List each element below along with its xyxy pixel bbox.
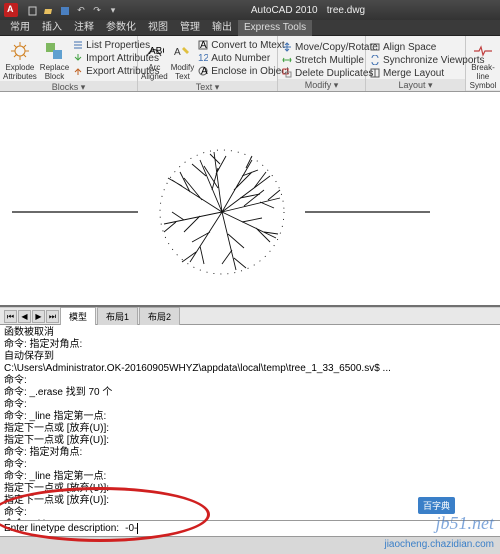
drawing-canvas [0, 92, 500, 307]
qat-open-icon[interactable] [42, 3, 56, 17]
command-history[interactable]: 函数被取消 命令: 指定对角点: 自动保存到 C:\Users\Administ… [0, 325, 500, 520]
arc-text-icon: ABC [143, 40, 165, 62]
arc-aligned-button[interactable]: ABC ArcAligned [141, 38, 168, 81]
merge-icon [369, 68, 380, 79]
command-line[interactable]: Enter linetype description: -0- [0, 520, 500, 536]
tab-layout2[interactable]: 布局2 [139, 307, 180, 325]
quick-access: ↶ ↷ ▾ [26, 3, 120, 17]
panel-modify-label[interactable]: Modify ▾ [278, 79, 365, 92]
import-icon [72, 53, 83, 64]
panel-draw: Break-lineSymbol SuperHatch Draw [466, 36, 500, 91]
panel-modify: Move/Copy/Rotate Stretch Multiple Delete… [278, 36, 366, 91]
replace-block-button[interactable]: ReplaceBlock [40, 38, 69, 81]
watermark-sub: jiaocheng.chazidian.com [384, 539, 494, 550]
tab-insert[interactable]: 插入 [36, 20, 68, 36]
command-input[interactable]: -0- [125, 523, 137, 534]
breakline-icon [472, 40, 494, 62]
panel-layout: Align Space Synchronize Viewports Merge … [366, 36, 466, 91]
move-icon [281, 42, 292, 53]
panel-text: ABC ArcAligned A ModifyText AConvert to … [138, 36, 278, 91]
export-icon [72, 66, 83, 77]
modify-text-icon: A [171, 40, 193, 62]
list-icon [72, 40, 83, 51]
stretch-multiple-button[interactable]: Stretch Multiple [281, 54, 378, 66]
tab-express-tools[interactable]: Express Tools [238, 20, 312, 36]
explode-attributes-button[interactable]: ExplodeAttributes [3, 38, 37, 81]
svg-text:A: A [174, 47, 181, 58]
drawing-area[interactable] [0, 92, 500, 307]
watermark-badge: 百字典 [418, 497, 455, 514]
replace-label: ReplaceBlock [40, 63, 69, 81]
explode-icon [9, 40, 31, 62]
move-copy-rotate-button[interactable]: Move/Copy/Rotate [281, 41, 378, 53]
tab-view[interactable]: 视图 [142, 20, 174, 36]
sync-icon [369, 55, 380, 66]
tab-annotate[interactable]: 注释 [68, 20, 100, 36]
tab-nav-prev[interactable]: ◀ [18, 310, 31, 323]
title-text: AutoCAD 2010 tree.dwg [120, 4, 496, 16]
tab-parametric[interactable]: 参数化 [100, 20, 142, 36]
panel-text-label[interactable]: Text ▾ [138, 81, 277, 92]
tab-model[interactable]: 模型 [60, 307, 96, 325]
delete-duplicates-button[interactable]: Delete Duplicates [281, 67, 378, 79]
tab-layout1[interactable]: 布局1 [97, 307, 138, 325]
panel-layout-label[interactable]: Layout ▾ [366, 79, 465, 92]
svg-text:123: 123 [198, 53, 208, 63]
qat-redo-icon[interactable]: ↷ [90, 3, 104, 17]
panel-blocks-label[interactable]: Blocks ▾ [0, 81, 137, 92]
svg-text:ABC: ABC [149, 46, 164, 57]
delete-dup-icon [281, 68, 292, 79]
enclose-icon: A [197, 66, 208, 77]
convert-mtext-button[interactable]: AConvert to Mtext [197, 39, 289, 51]
tab-output[interactable]: 输出 [206, 20, 238, 36]
tab-nav-last[interactable]: ⏭ [46, 310, 59, 323]
mtext-icon: A [197, 40, 208, 51]
auto-number-button[interactable]: 123Auto Number [197, 52, 289, 64]
tab-common[interactable]: 常用 [4, 20, 36, 36]
enclose-object-button[interactable]: AEnclose in Object [197, 65, 289, 77]
panel-blocks: ExplodeAttributes ReplaceBlock List Prop… [0, 36, 138, 91]
qat-undo-icon[interactable]: ↶ [74, 3, 88, 17]
title-bar: ↶ ↷ ▾ AutoCAD 2010 tree.dwg [0, 0, 500, 20]
qat-save-icon[interactable] [58, 3, 72, 17]
tab-manage[interactable]: 管理 [174, 20, 206, 36]
tab-nav-first[interactable]: ⏮ [4, 310, 17, 323]
qat-dropdown-icon[interactable]: ▾ [106, 3, 120, 17]
ribbon-tabs: 常用 插入 注释 参数化 视图 管理 输出 Express Tools [0, 20, 500, 36]
svg-text:A: A [200, 40, 207, 50]
command-prompt: Enter linetype description: [4, 523, 119, 534]
svg-text:A: A [201, 66, 208, 76]
qat-new-icon[interactable] [26, 3, 40, 17]
ribbon: ExplodeAttributes ReplaceBlock List Prop… [0, 36, 500, 92]
align-icon [369, 42, 380, 53]
watermark-site: jb51.net [436, 513, 495, 534]
modify-text-button[interactable]: A ModifyText [171, 38, 195, 81]
autonum-icon: 123 [197, 53, 208, 64]
explode-label: ExplodeAttributes [3, 63, 37, 81]
breakline-button[interactable]: Break-lineSymbol [469, 38, 497, 90]
stretch-icon [281, 55, 292, 66]
app-logo [4, 3, 18, 17]
tab-nav-next[interactable]: ▶ [32, 310, 45, 323]
replace-icon [43, 40, 65, 62]
model-tabs: ⏮ ◀ ▶ ⏭ 模型 布局1 布局2 [0, 307, 500, 325]
